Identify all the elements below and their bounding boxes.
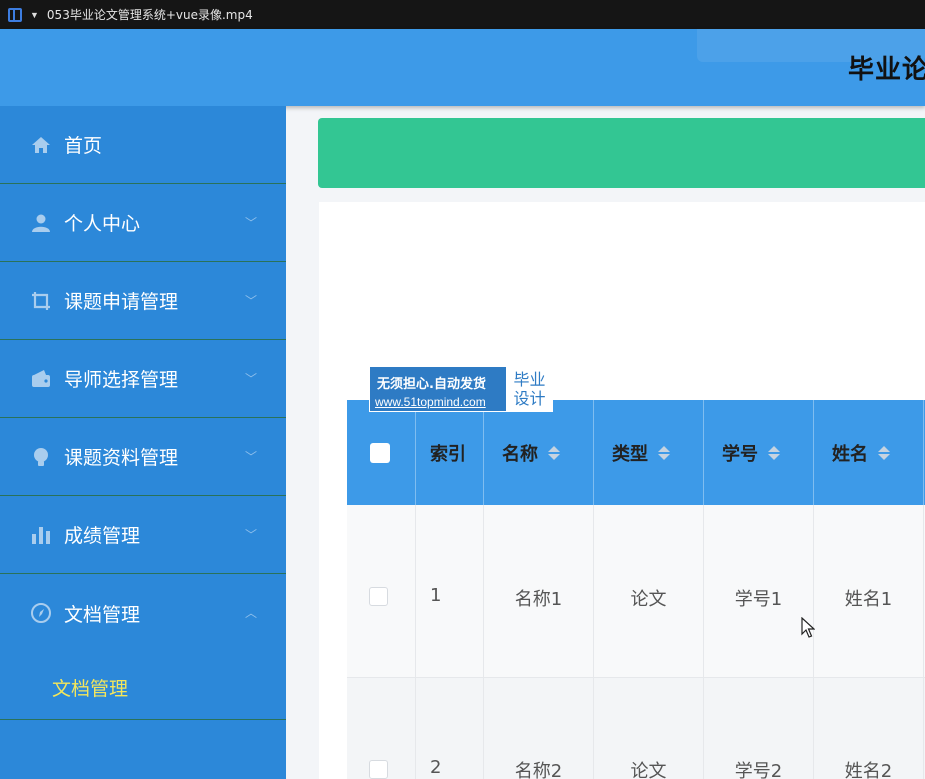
column-header-index: 索引 xyxy=(416,400,484,505)
cell-student-id: 学号1 xyxy=(704,505,814,677)
cell-text: 学号1 xyxy=(734,589,783,610)
green-banner xyxy=(318,118,925,188)
cell-text: 姓名2 xyxy=(844,761,893,779)
sidebar-item-label: 文档管理 xyxy=(64,603,141,626)
select-all-checkbox[interactable] xyxy=(370,442,390,463)
sort-icon[interactable] xyxy=(658,445,670,460)
watermark-badge: 无须担心.自动发货 www.51topmind.com 毕业 设计 xyxy=(369,366,553,412)
sidebar-item-home[interactable]: 首页 xyxy=(0,106,286,184)
app-header: 毕业论 xyxy=(0,29,925,106)
sidebar-item-label: 成绩管理 xyxy=(64,525,141,547)
column-header-label: 类型 xyxy=(612,443,648,465)
chevron-down-icon: ﹀ xyxy=(245,294,258,308)
bulb-icon xyxy=(30,446,52,468)
sidebar-item-personal-center[interactable]: 个人中心 ﹀ xyxy=(0,184,286,262)
table-row[interactable]: 1 名称1 论文 学号1 姓名1 xyxy=(347,505,925,678)
cell-name: 名称1 xyxy=(484,505,594,677)
chevron-down-icon: ﹀ xyxy=(245,372,258,386)
dropdown-caret-icon[interactable]: ▼ xyxy=(30,10,39,20)
cell-type: 论文 xyxy=(594,505,704,677)
sidebar-item-documents[interactable]: 文档管理 ︿ xyxy=(0,574,286,652)
sidebar-item-advisor-selection[interactable]: 导师选择管理 ﹀ xyxy=(0,340,286,418)
row-checkbox[interactable] xyxy=(369,760,388,779)
window-title: 053毕业论文管理系统+vue录像.mp4 xyxy=(46,8,253,22)
cell-type: 论文 xyxy=(594,678,704,779)
cell-text: 1 xyxy=(430,585,442,606)
submenu-item-label: 文档管理 xyxy=(52,678,129,700)
badge-url-link[interactable]: www.51topmind.com xyxy=(375,395,486,409)
column-header-label: 索引 xyxy=(430,443,466,465)
column-header-label: 学号 xyxy=(722,443,758,465)
sort-icon[interactable] xyxy=(548,445,560,460)
brand-title: 毕业论 xyxy=(848,54,925,84)
sidebar-item-topic-application[interactable]: 课题申请管理 ﹀ xyxy=(0,262,286,340)
sidebar-item-label: 首页 xyxy=(64,135,103,157)
column-header-student-id[interactable]: 学号 xyxy=(704,400,814,505)
column-header-type[interactable]: 类型 xyxy=(594,400,704,505)
cell-index: 1 xyxy=(416,505,484,677)
column-header-name[interactable]: 名称 xyxy=(484,400,594,505)
window-titlebar: ▼ 053毕业论文管理系统+vue录像.mp4 xyxy=(0,0,925,29)
wallet-icon xyxy=(30,368,52,390)
sidebar-item-topic-materials[interactable]: 课题资料管理 ﹀ xyxy=(0,418,286,496)
cell-text: 名称1 xyxy=(514,589,563,610)
app-icon[interactable] xyxy=(8,7,22,22)
sidebar: 首页 个人中心 ﹀ 课题申请管理 ﹀ 导师选择管理 ﹀ 课题资料管理 ﹀ 成绩管… xyxy=(0,106,286,779)
cell-student-name: 姓名1 xyxy=(814,505,924,677)
cell-text: 姓名1 xyxy=(844,589,893,610)
table-header: 索引 名称 类型 学号 姓名 xyxy=(347,400,925,505)
chevron-down-icon: ﹀ xyxy=(245,450,258,464)
sort-icon[interactable] xyxy=(878,445,890,460)
cell-index: 2 xyxy=(416,678,484,779)
row-select-cell xyxy=(347,505,416,677)
column-header-label: 姓名 xyxy=(832,443,868,465)
home-icon xyxy=(30,134,52,156)
table-row[interactable]: 2 名称2 论文 学号2 姓名2 xyxy=(347,678,925,779)
cell-text: 论文 xyxy=(630,589,667,610)
data-table: 索引 名称 类型 学号 姓名 1 名称1 论文 学号1 姓名1 2 名称2 论文… xyxy=(347,400,925,779)
crop-icon xyxy=(30,290,52,312)
chevron-down-icon: ﹀ xyxy=(245,528,258,542)
mouse-cursor-icon xyxy=(801,617,815,638)
cell-text: 学号2 xyxy=(734,761,783,779)
row-select-cell xyxy=(347,678,416,779)
sidebar-item-label: 课题资料管理 xyxy=(64,447,179,469)
cell-text: 2 xyxy=(430,757,442,778)
cell-student-id: 学号2 xyxy=(704,678,814,779)
cell-text: 论文 xyxy=(630,761,667,779)
sidebar-item-label: 课题申请管理 xyxy=(64,291,179,313)
badge-slogan: 无须担心.自动发货 xyxy=(377,377,486,392)
cell-name: 名称2 xyxy=(484,678,594,779)
bar-chart-icon xyxy=(30,524,52,546)
chevron-down-icon: ﹀ xyxy=(245,216,258,230)
sidebar-item-grades[interactable]: 成绩管理 ﹀ xyxy=(0,496,286,574)
badge-side-top: 毕业 xyxy=(513,370,546,389)
cell-text: 名称2 xyxy=(514,761,563,779)
badge-side-label: 毕业 设计 xyxy=(506,367,553,411)
row-checkbox[interactable] xyxy=(369,587,388,606)
header-select-all xyxy=(347,400,416,505)
submenu-item-documents[interactable]: 文档管理 xyxy=(0,652,286,720)
sidebar-item-label: 个人中心 xyxy=(64,213,141,235)
badge-side-bottom: 设计 xyxy=(513,389,546,408)
column-header-student-name[interactable]: 姓名 xyxy=(814,400,924,505)
compass-icon xyxy=(30,602,52,624)
cell-student-name: 姓名2 xyxy=(814,678,924,779)
chevron-up-icon: ︿ xyxy=(245,606,258,620)
user-icon xyxy=(30,212,52,234)
column-header-label: 名称 xyxy=(502,443,538,465)
sidebar-item-label: 导师选择管理 xyxy=(64,369,179,391)
sort-icon[interactable] xyxy=(768,445,780,460)
